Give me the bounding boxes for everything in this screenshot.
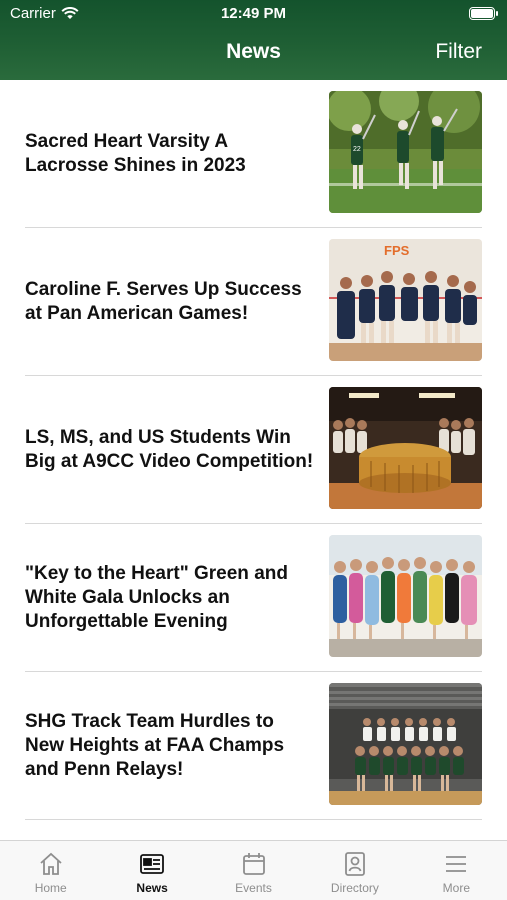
- tab-label: More: [442, 881, 470, 895]
- tab-directory[interactable]: Directory: [304, 841, 405, 900]
- tab-label: Home: [34, 881, 67, 895]
- news-title: SHG Track Team Hurdles to New Heights at…: [25, 710, 285, 780]
- news-title: Sacred Heart Varsity A Lacrosse Shines i…: [25, 130, 246, 176]
- battery-icon: [469, 7, 498, 20]
- news-item[interactable]: Caroline F. Serves Up Success at Pan Ame…: [25, 228, 482, 376]
- news-thumbnail-lacrosse[interactable]: 22: [329, 91, 482, 213]
- tab-more[interactable]: More: [406, 841, 507, 900]
- news-title: LS, MS, and US Students Win Big at A9CC …: [25, 426, 314, 472]
- tab-label: Directory: [330, 881, 379, 895]
- news-icon: [140, 854, 165, 874]
- news-item[interactable]: SHG Track Team Hurdles to New Heights at…: [25, 672, 482, 820]
- app-header: Carrier 12:49 PM News Filter: [0, 0, 507, 80]
- calendar-icon: [242, 853, 265, 875]
- tab-events[interactable]: Events: [203, 841, 304, 900]
- page-title: News: [226, 40, 281, 63]
- home-icon: [40, 852, 62, 875]
- tab-bar: Home News Events Directory More: [0, 840, 507, 900]
- news-list[interactable]: Sacred Heart Varsity A Lacrosse Shines i…: [0, 80, 507, 840]
- news-thumbnail-gala[interactable]: [329, 535, 482, 657]
- tab-news[interactable]: News: [101, 841, 202, 900]
- news-title: Caroline F. Serves Up Success at Pan Ame…: [25, 278, 302, 324]
- news-thumbnail-track[interactable]: [329, 683, 482, 805]
- news-item[interactable]: Sacred Heart Varsity A Lacrosse Shines i…: [25, 80, 482, 228]
- news-item[interactable]: LS, MS, and US Students Win Big at A9CC …: [25, 376, 482, 524]
- news-item[interactable]: "Key to the Heart" Green and White Gala …: [25, 524, 482, 672]
- tab-label: Events: [235, 881, 272, 895]
- tab-label: News: [136, 881, 168, 895]
- directory-icon: [345, 852, 365, 876]
- filter-button[interactable]: Filter: [435, 40, 482, 64]
- status-bar: Carrier 12:49 PM: [0, 0, 507, 30]
- clock: 12:49 PM: [220, 5, 287, 22]
- menu-icon: [446, 856, 467, 872]
- news-title: "Key to the Heart" Green and White Gala …: [25, 562, 288, 632]
- thumbnail-logo-text: FPS: [384, 243, 410, 258]
- svg-text:22: 22: [353, 146, 361, 153]
- tab-home[interactable]: Home: [0, 841, 101, 900]
- news-thumbnail-squash[interactable]: FPS: [329, 239, 482, 361]
- news-thumbnail-video-competition[interactable]: [329, 387, 482, 509]
